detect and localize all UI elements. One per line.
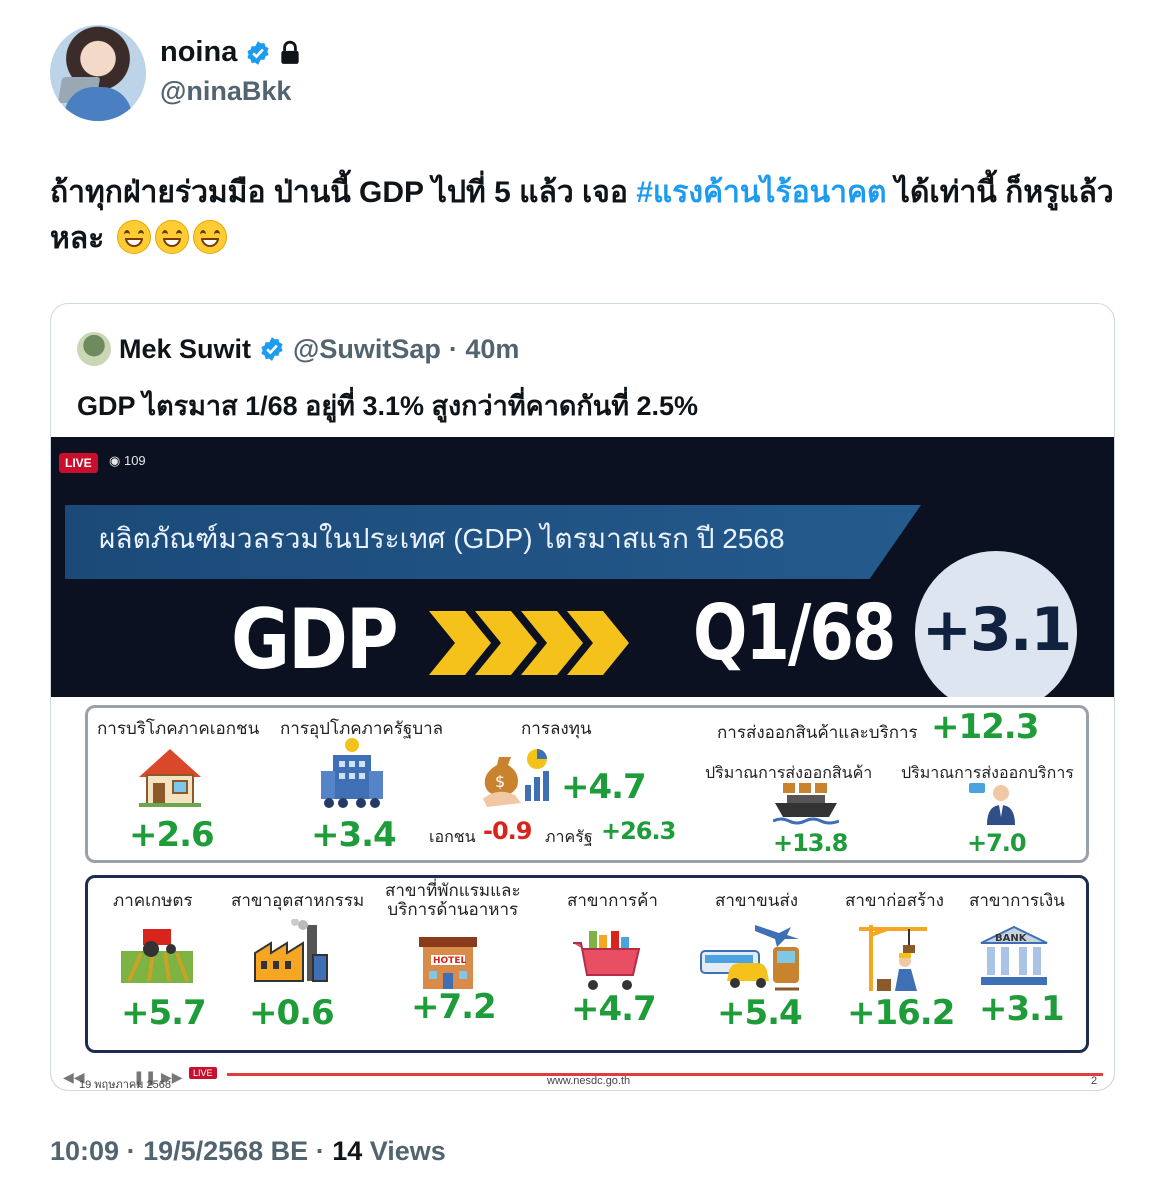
- hotel-sign-text: HOTEL: [433, 956, 466, 966]
- verified-badge-icon: [261, 337, 283, 361]
- gdp-heading: GDP: [231, 590, 399, 688]
- sector-label-hotel-line1: สาขาที่พักแรมและ: [385, 881, 521, 900]
- sector-label-construction: สาขาก่อสร้าง: [845, 891, 944, 910]
- author-name[interactable]: noina: [160, 36, 237, 69]
- sector-value-construction: +16.2: [847, 993, 955, 1033]
- total-growth-value: +3.1: [921, 595, 1073, 665]
- chevron-arrows-icon: [429, 611, 629, 675]
- tweet-meta: 10:09 · 19/5/2568 BE · 14 Views: [50, 1136, 446, 1166]
- shopping-cart-icon: [573, 931, 641, 990]
- private-consumption-value: +2.6: [129, 815, 215, 855]
- live-badge: LIVE: [59, 453, 98, 473]
- quoted-tweet-text: GDP ไตรมาส 1/68 อยู่ที่ 3.1% สูงกว่าที่ค…: [77, 391, 699, 421]
- cargo-ship-icon: [773, 783, 839, 825]
- services-exports-value: +7.0: [967, 829, 1027, 857]
- investment-label: การลงทุน: [521, 719, 592, 738]
- investment-money-bag-icon: $: [483, 749, 549, 807]
- tweet-time[interactable]: 10:09: [50, 1136, 119, 1166]
- government-building-icon: [321, 738, 383, 808]
- gov-consumption-value: +3.4: [311, 815, 397, 855]
- grinning-emoji-icon: [192, 220, 227, 254]
- sector-label-trade: สาขาการค้า: [567, 891, 658, 910]
- tweet-date[interactable]: 19/5/2568 BE: [143, 1136, 308, 1166]
- tweet-text: ถ้าทุกฝ่ายร่วมมือ ป่านนี้ GDP ไปที่ 5 แล…: [50, 170, 1120, 262]
- slide-source-url: www.nesdc.go.th: [547, 1075, 631, 1087]
- house-icon: [139, 749, 201, 807]
- hashtag-link[interactable]: #แรงค้านไร้อนาคต: [636, 176, 886, 209]
- sector-value-trade: +4.7: [571, 989, 657, 1029]
- sector-value-agriculture: +5.7: [121, 993, 207, 1033]
- video-progress-bar[interactable]: [227, 1073, 1103, 1076]
- quoted-tweet-header: Mek Suwit @SuwitSap · 40m: [77, 332, 519, 366]
- private-consumption-label: การบริโภคภาคเอกชน: [97, 719, 260, 738]
- quoted-tweet-time: · 40m: [448, 333, 520, 364]
- author-avatar[interactable]: [50, 25, 146, 121]
- quoted-tweet-card[interactable]: Mek Suwit @SuwitSap · 40m GDP ไตรมาส 1/6…: [50, 303, 1115, 1091]
- service-person-icon: [969, 783, 1015, 825]
- goods-exports-value: +13.8: [773, 829, 848, 857]
- views-label: Views: [369, 1136, 446, 1166]
- hotel-icon: HOTEL: [419, 937, 477, 989]
- bank-sign-text: BANK: [995, 933, 1028, 944]
- eye-icon: ◉: [109, 453, 124, 468]
- sector-value-industry: +0.6: [249, 993, 335, 1033]
- sector-label-hotel-line2: บริการด้านอาหาร: [387, 900, 519, 919]
- lock-icon: [281, 40, 300, 64]
- viewer-count: ◉ 109: [109, 453, 146, 469]
- viewer-count-value: 109: [123, 453, 146, 468]
- author-handle[interactable]: @ninaBkk: [160, 76, 291, 107]
- sector-label-transport: สาขาขนส่ง: [715, 891, 799, 910]
- investment-private-value: -0.9: [483, 817, 532, 845]
- video-player[interactable]: LIVE ◉ 109 ผลิตภัณฑ์มวลรวมในประเทศ (GDP)…: [51, 437, 1114, 1090]
- svg-text:$: $: [495, 772, 505, 791]
- sector-value-hotel: +7.2: [411, 987, 497, 1027]
- quoted-author-name[interactable]: Mek Suwit: [119, 334, 251, 365]
- breakdown-panel: การบริโภคภาคเอกชน +2.6 การอุปโภคภาครัฐบา…: [51, 697, 1114, 1090]
- sector-label-industry: สาขาอุตสาหกรรม: [231, 891, 365, 910]
- exports-label: การส่งออกสินค้าและบริการ: [717, 723, 918, 742]
- live-indicator: LIVE: [189, 1067, 217, 1079]
- investment-value: +4.7: [561, 767, 647, 807]
- quoted-author-avatar[interactable]: [77, 332, 111, 366]
- construction-crane-icon: [859, 925, 927, 991]
- total-growth-circle: +3.1: [915, 551, 1077, 713]
- quarter-heading: Q1/68: [693, 589, 896, 679]
- banner-title: ผลิตภัณฑ์มวลรวมในประเทศ (GDP) ไตรมาสแรก …: [99, 523, 785, 554]
- author-name-row: noina: [160, 36, 301, 69]
- transport-icon: [700, 925, 799, 991]
- sector-label-hotel: สาขาที่พักแรมและ บริการด้านอาหาร: [385, 881, 521, 919]
- investment-public-value: +26.3: [601, 817, 676, 845]
- sector-label-agriculture: ภาคเกษตร: [113, 891, 193, 910]
- grinning-emoji-icon: [116, 220, 151, 254]
- grinning-emoji-icon: [154, 220, 189, 254]
- investment-public-label: ภาครัฐ: [545, 829, 593, 846]
- sector-value-finance: +3.1: [979, 989, 1065, 1029]
- slide-page-number: 2: [1091, 1075, 1098, 1087]
- views-count: 14: [332, 1136, 363, 1166]
- tweet-text-before: ถ้าทุกฝ่ายร่วมมือ ป่านนี้ GDP ไปที่ 5 แล…: [50, 176, 637, 209]
- quoted-author-handle[interactable]: @SuwitSap: [293, 334, 441, 365]
- investment-private-label: เอกชน: [429, 829, 476, 846]
- verified-badge-icon: [247, 40, 269, 65]
- sector-value-transport: +5.4: [717, 993, 803, 1033]
- tractor-icon: [121, 929, 193, 983]
- sector-label-finance: สาขาการเงิน: [969, 891, 1065, 910]
- slide-date: 19 พฤษภาคม 2568: [79, 1079, 172, 1090]
- bank-icon: BANK: [980, 925, 1048, 985]
- exports-value: +12.3: [931, 707, 1039, 747]
- factory-icon: [254, 919, 328, 982]
